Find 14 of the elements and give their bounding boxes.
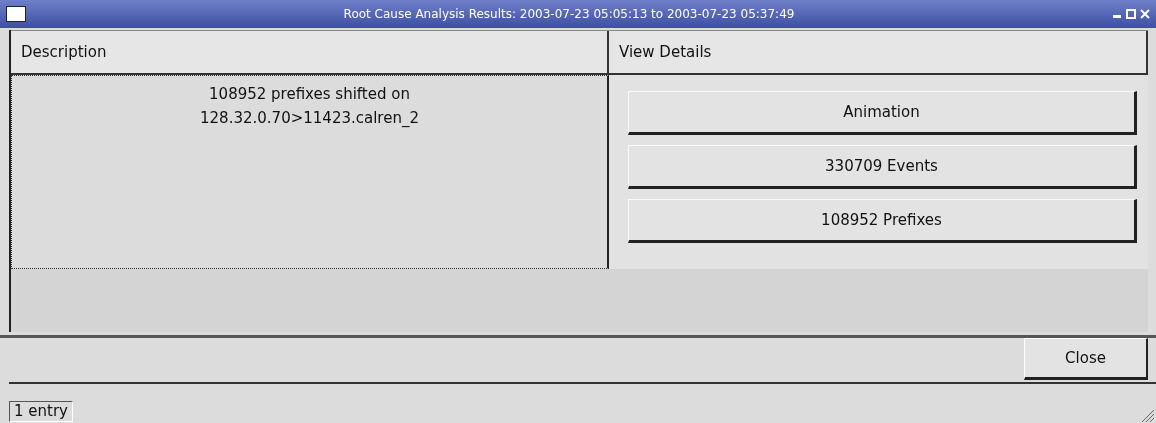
detail-button[interactable]: Animation (628, 91, 1137, 135)
close-button[interactable]: Close (1024, 338, 1148, 380)
maximize-icon[interactable] (1126, 9, 1136, 19)
detail-button[interactable]: 108952 Prefixes (628, 199, 1137, 243)
window-icon[interactable] (6, 6, 26, 22)
description-text: 108952 prefixes shifted on (209, 84, 410, 105)
close-icon[interactable] (1140, 9, 1150, 19)
column-header[interactable]: View Details (609, 31, 1148, 75)
detail-button[interactable]: 330709 Events (628, 145, 1137, 189)
description-text: 128.32.0.70>11423.calren_2 (200, 108, 419, 129)
window-title: Root Cause Analysis Results: 2003-07-23 05:05:13 to 2003-07-23 05:37:49 (342, 7, 796, 21)
column-header[interactable]: Description (11, 31, 609, 75)
resize-grip-icon[interactable] (1140, 408, 1154, 422)
status-text: 1 entry (9, 401, 73, 422)
